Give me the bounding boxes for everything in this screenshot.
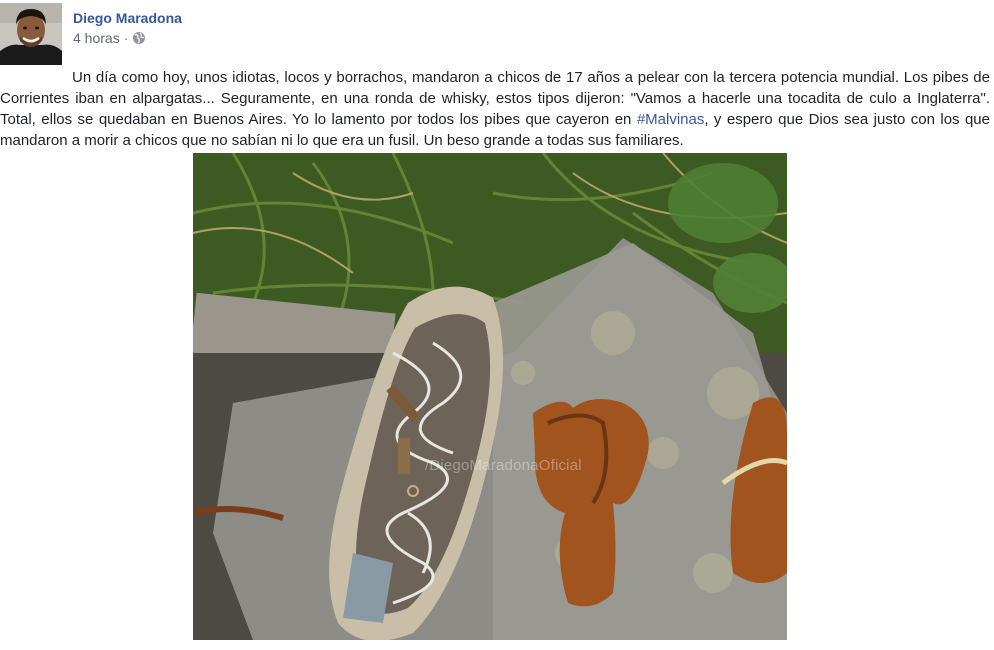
globe-icon[interactable] <box>132 31 146 45</box>
author-name-link[interactable]: Diego Maradona <box>73 10 182 26</box>
avatar-photo <box>0 3 62 65</box>
photo-watermark: /DiegoMaradonaOficial <box>425 457 582 474</box>
post-timestamp[interactable]: 4 horas <box>73 30 120 46</box>
profile-avatar[interactable] <box>0 3 62 65</box>
post-photo[interactable]: /DiegoMaradonaOficial <box>193 153 787 640</box>
post-meta: 4 horas · <box>73 30 146 46</box>
meta-separator: · <box>123 30 129 46</box>
post-text: Un día como hoy, unos idiotas, locos y b… <box>0 67 990 151</box>
photo-image <box>193 153 787 640</box>
hashtag-link[interactable]: #Malvinas <box>637 111 705 128</box>
